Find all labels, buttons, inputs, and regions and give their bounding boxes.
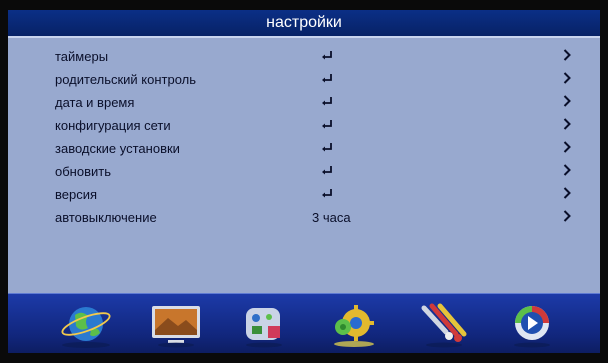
enter-icon (322, 143, 332, 152)
chevron-right-icon[interactable] (563, 118, 571, 130)
media-apps-icon[interactable] (236, 300, 292, 350)
menu-item-label: автовыключение (55, 210, 157, 225)
menu-item-auto-off[interactable]: автовыключение 3 часа (8, 206, 600, 229)
globe-icon[interactable] (58, 300, 114, 350)
menu-item-parental-control[interactable]: родительский контроль (8, 68, 600, 91)
page-title-text: настройки (266, 14, 342, 31)
chevron-right-icon[interactable] (563, 187, 571, 199)
enter-icon (322, 189, 332, 198)
enter-icon (322, 74, 332, 83)
menu-item-label: таймеры (55, 49, 109, 64)
menu-item-label: дата и время (55, 95, 135, 110)
menu-item-network-config[interactable]: конфигурация сети (8, 114, 600, 137)
av-cables-icon[interactable] (416, 300, 472, 350)
chevron-right-icon[interactable] (563, 49, 571, 61)
menu-item-label: обновить (55, 164, 111, 179)
chevron-right-icon[interactable] (563, 141, 571, 153)
menu-item-label: конфигурация сети (55, 118, 171, 133)
menu-item-update[interactable]: обновить (8, 160, 600, 183)
menu-item-timers[interactable]: таймеры (8, 45, 600, 68)
play-icon[interactable] (504, 300, 560, 350)
enter-icon (322, 97, 332, 106)
menu-item-version[interactable]: версия (8, 183, 600, 206)
page-title: настройки (8, 10, 600, 38)
enter-icon (322, 120, 332, 129)
chevron-right-icon[interactable] (563, 164, 571, 176)
menu-item-label: родительский контроль (55, 72, 197, 87)
enter-icon (322, 166, 332, 175)
menu-item-factory-reset[interactable]: заводские установки (8, 137, 600, 160)
tv-monitor-icon[interactable] (148, 300, 204, 350)
settings-menu: таймеры родительский контроль дата и вре… (8, 45, 600, 229)
settings-screen: настройки таймеры родительский контроль … (8, 10, 600, 353)
chevron-right-icon[interactable] (563, 95, 571, 107)
chevron-right-icon[interactable] (563, 210, 571, 222)
enter-icon (322, 51, 332, 60)
chevron-right-icon[interactable] (563, 72, 571, 84)
main-menu-dock (8, 293, 600, 353)
menu-item-date-time[interactable]: дата и время (8, 91, 600, 114)
menu-item-label: заводские установки (55, 141, 180, 156)
menu-item-label: версия (55, 187, 98, 202)
settings-gear-icon[interactable] (326, 300, 382, 350)
auto-off-value: 3 часа (312, 210, 351, 225)
